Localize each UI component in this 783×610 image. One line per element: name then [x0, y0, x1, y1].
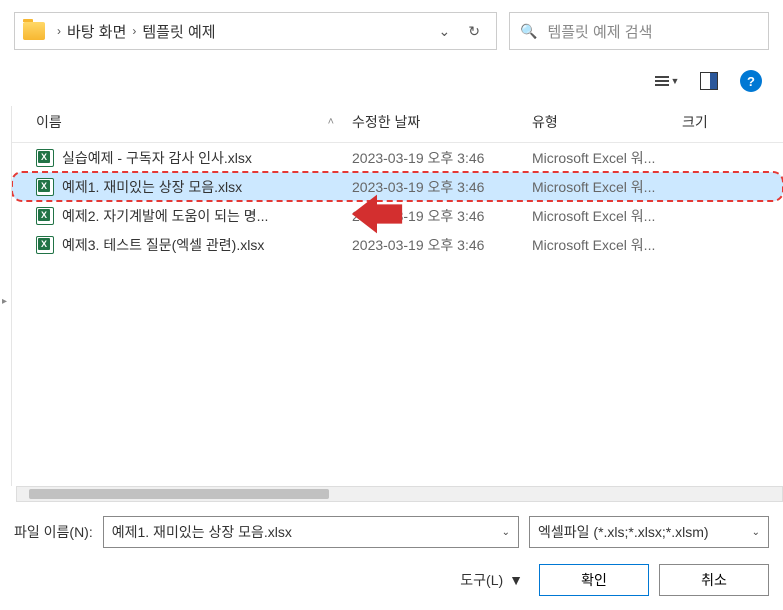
- header-type[interactable]: 유형: [532, 112, 682, 132]
- file-name: 실습예제 - 구독자 감사 인사.xlsx: [62, 148, 252, 168]
- filetype-select[interactable]: 엑셀파일 (*.xls;*.xlsx;*.xlsm) ⌄: [529, 516, 769, 548]
- column-headers: 이름 ˄ 수정한 날짜 유형 크기: [12, 106, 783, 143]
- view-button[interactable]: [695, 68, 723, 94]
- filename-input[interactable]: 예제1. 재미있는 상장 모음.xlsx ⌄: [103, 516, 519, 548]
- excel-file-icon: [36, 178, 54, 196]
- organize-menu-button[interactable]: ▼: [653, 68, 681, 94]
- chevron-right-icon: ›: [132, 24, 136, 38]
- breadcrumb-item[interactable]: 바탕 화면: [67, 21, 126, 42]
- file-type: Microsoft Excel 워...: [532, 235, 682, 255]
- toolbar: ▼ ?: [0, 62, 783, 106]
- file-type: Microsoft Excel 워...: [532, 148, 682, 168]
- file-name-cell: 예제3. 테스트 질문(엑셀 관련).xlsx: [12, 235, 352, 255]
- menu-icon: [655, 76, 669, 86]
- file-name-cell: 실습예제 - 구독자 감사 인사.xlsx: [12, 148, 352, 168]
- file-name: 예제1. 재미있는 상장 모음.xlsx: [62, 177, 242, 197]
- help-icon: ?: [740, 70, 762, 92]
- help-button[interactable]: ?: [737, 68, 765, 94]
- search-input[interactable]: 🔍 템플릿 예제 검색: [509, 12, 769, 50]
- chevron-right-icon: ›: [57, 24, 61, 38]
- file-row[interactable]: 실습예제 - 구독자 감사 인사.xlsx 2023-03-19 오후 3:46M…: [12, 143, 783, 172]
- file-name: 예제3. 테스트 질문(엑셀 관련).xlsx: [62, 235, 264, 255]
- dropdown-icon[interactable]: ⌄: [439, 23, 451, 40]
- chevron-down-icon: ▼: [671, 76, 680, 86]
- chevron-down-icon[interactable]: ⌄: [752, 527, 760, 538]
- filetype-value: 엑셀파일 (*.xls;*.xlsx;*.xlsm): [538, 522, 709, 542]
- button-row: 도구(L) ▼ 확인 취소: [14, 564, 769, 596]
- red-arrow-annotation: [348, 186, 406, 245]
- filename-label: 파일 이름(N):: [14, 522, 93, 542]
- nav-controls: ⌄ ↻: [439, 23, 480, 40]
- filename-row: 파일 이름(N): 예제1. 재미있는 상장 모음.xlsx ⌄ 엑셀파일 (*…: [14, 516, 769, 548]
- cancel-button[interactable]: 취소: [659, 564, 769, 596]
- sort-indicator-icon: ˄: [328, 116, 334, 128]
- header-date[interactable]: 수정한 날짜: [352, 112, 532, 132]
- breadcrumb-item[interactable]: 템플릿 예제: [142, 21, 215, 42]
- file-date: 2023-03-19 오후 3:46: [352, 148, 532, 168]
- breadcrumb-box[interactable]: › 바탕 화면 › 템플릿 예제 ⌄ ↻: [14, 12, 497, 50]
- breadcrumb[interactable]: › 바탕 화면 › 템플릿 예제: [51, 21, 439, 42]
- header-name[interactable]: 이름 ˄: [12, 112, 352, 132]
- excel-file-icon: [36, 207, 54, 225]
- header-size[interactable]: 크기: [682, 112, 783, 132]
- scrollbar-thumb[interactable]: [29, 489, 329, 499]
- nav-pane-collapsed[interactable]: [0, 106, 12, 486]
- file-list-area: 이름 ˄ 수정한 날짜 유형 크기 실습예제 - 구독자 감사 인사.xlsx 2…: [12, 106, 783, 486]
- content-area: 이름 ˄ 수정한 날짜 유형 크기 실습예제 - 구독자 감사 인사.xlsx 2…: [0, 106, 783, 486]
- ok-button[interactable]: 확인: [539, 564, 649, 596]
- file-type: Microsoft Excel 워...: [532, 177, 682, 197]
- search-placeholder: 템플릿 예제 검색: [547, 21, 652, 42]
- tools-menu[interactable]: 도구(L) ▼: [460, 570, 523, 590]
- preview-pane-icon: [700, 72, 718, 90]
- file-name: 예제2. 자기계발에 도움이 되는 명...: [62, 206, 268, 226]
- address-bar-row: › 바탕 화면 › 템플릿 예제 ⌄ ↻ 🔍 템플릿 예제 검색: [0, 0, 783, 62]
- folder-icon: [23, 22, 45, 40]
- excel-file-icon: [36, 149, 54, 167]
- chevron-down-icon[interactable]: ⌄: [502, 527, 510, 538]
- search-icon: 🔍: [520, 23, 537, 40]
- file-type: Microsoft Excel 워...: [532, 206, 682, 226]
- chevron-down-icon: ▼: [509, 572, 523, 588]
- bottom-panel: 파일 이름(N): 예제1. 재미있는 상장 모음.xlsx ⌄ 엑셀파일 (*…: [0, 500, 783, 610]
- filename-value: 예제1. 재미있는 상장 모음.xlsx: [112, 522, 292, 542]
- excel-file-icon: [36, 236, 54, 254]
- file-name-cell: 예제2. 자기계발에 도움이 되는 명...: [12, 206, 352, 226]
- refresh-icon[interactable]: ↻: [468, 23, 480, 40]
- file-name-cell: 예제1. 재미있는 상장 모음.xlsx: [12, 177, 352, 197]
